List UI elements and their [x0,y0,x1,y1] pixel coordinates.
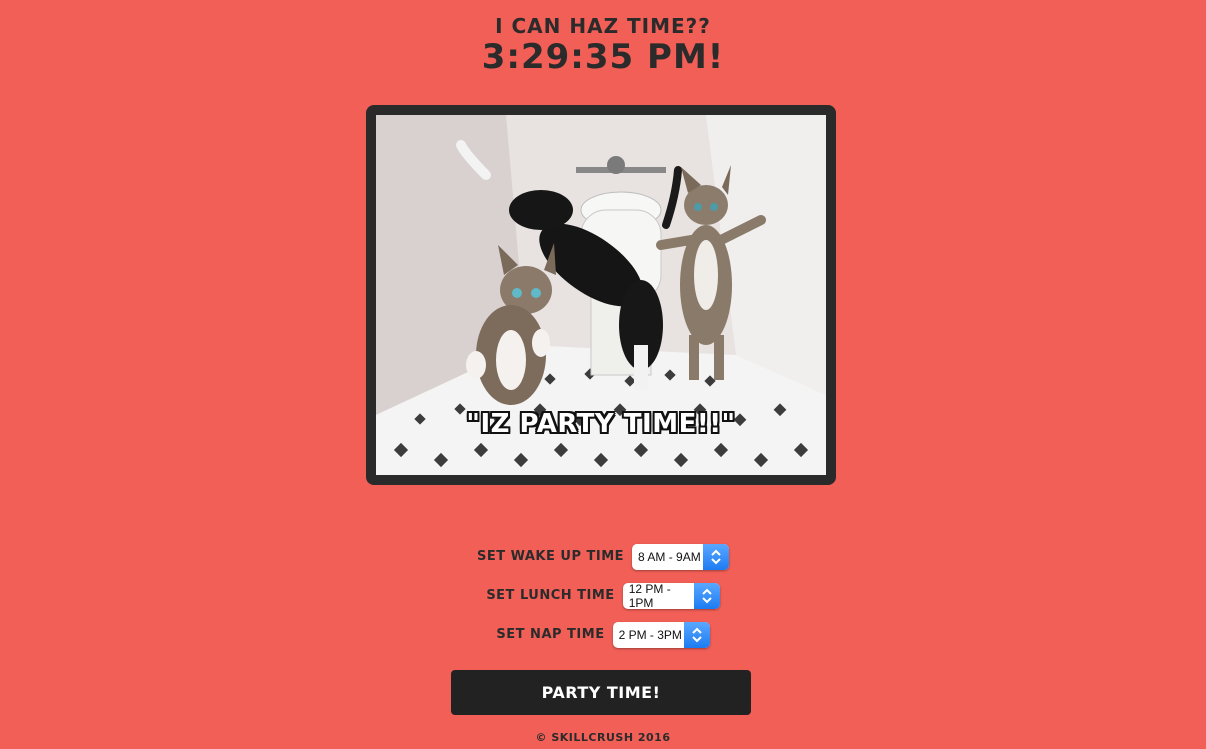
footer-copyright: © SKILLCRUSH 2016 [535,731,671,744]
clock-display: 3:29:35 PM! [481,37,725,77]
header: I CAN HAZ TIME?? 3:29:35 PM! [0,14,1206,76]
image-caption: "IZ PARTY TIME!!" [466,409,736,439]
lolcat-image-frame: "IZ PARTY TIME!!" [366,105,836,485]
wake-up-label: SET WAKE UP TIME [476,549,625,564]
lunch-select[interactable]: 12 PM - 1PM [622,581,720,610]
wake-up-setting: SET WAKE UP TIME 8 AM - 9AM [0,537,1206,576]
party-time-button[interactable]: PARTY TIME! [451,670,751,715]
page-subtitle: I CAN HAZ TIME?? [495,14,711,38]
nap-label: SET NAP TIME [496,627,605,642]
wake-up-select-value: 8 AM - 9AM [638,549,701,564]
lolcat-image: "IZ PARTY TIME!!" [376,115,826,475]
lunch-select-value: 12 PM - 1PM [628,581,671,610]
nap-select-value: 2 PM - 3PM [618,627,682,642]
wake-up-select[interactable]: 8 AM - 9AM [632,543,730,570]
nap-setting: SET NAP TIME 2 PM - 3PM [0,615,1206,654]
select-stepper-icon [683,621,710,648]
nap-select[interactable]: 2 PM - 3PM [612,621,710,648]
time-settings: SET WAKE UP TIME 8 AM - 9AM SET LUNCH TI… [0,537,1206,654]
lunch-label: SET LUNCH TIME [486,588,615,603]
select-stepper-icon [693,582,720,609]
select-stepper-icon [703,543,730,570]
lunch-setting: SET LUNCH TIME 12 PM - 1PM [0,576,1206,615]
